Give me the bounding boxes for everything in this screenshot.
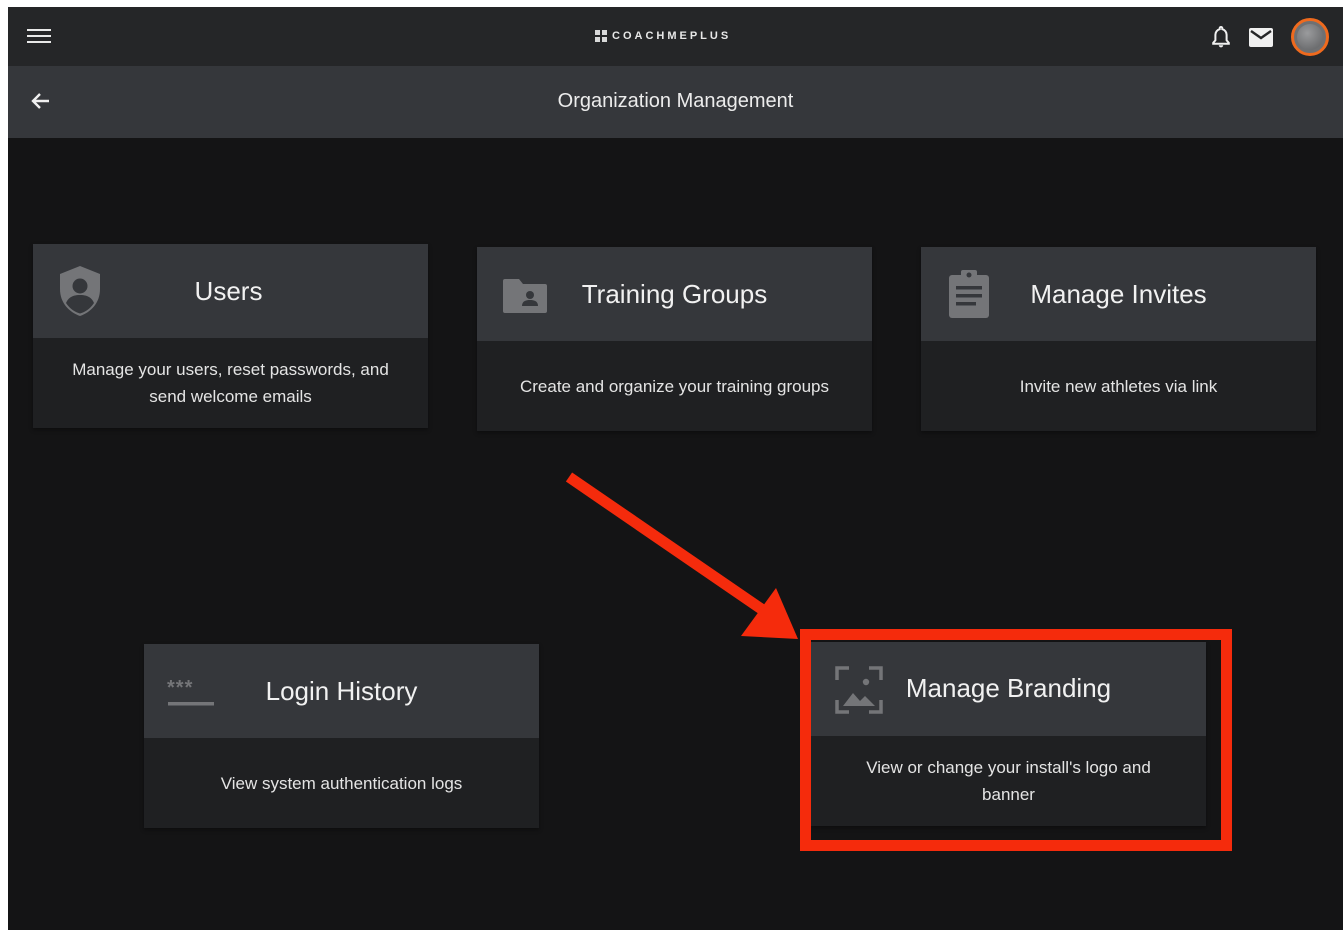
- card-header: Training Groups: [477, 247, 872, 341]
- card-header: Manage Branding: [811, 642, 1206, 736]
- user-avatar[interactable]: [1291, 18, 1329, 56]
- card-description: Invite new athletes via link: [1019, 376, 1218, 396]
- card-description: Create and organize your training groups: [519, 376, 830, 396]
- card-title: Training Groups: [581, 279, 768, 309]
- card-header: *** Login History: [144, 644, 539, 738]
- users-card[interactable]: Users Manage your users, reset passwords…: [33, 244, 428, 428]
- brand-mark-icon: [595, 30, 607, 42]
- brand-name: COACHMEPLUS: [612, 30, 732, 42]
- card-title: Users: [194, 276, 263, 306]
- card-header: Users: [33, 244, 428, 338]
- card-header: Manage Invites: [921, 247, 1316, 341]
- card-description: View or change your install's logo and b…: [866, 758, 1151, 804]
- manage-invites-card[interactable]: Manage Invites Invite new athletes via l…: [921, 247, 1316, 431]
- card-description: View system authentication logs: [220, 773, 463, 793]
- page-header: Organization Management: [8, 66, 1343, 138]
- brand-logo: COACHMEPLUS: [595, 27, 731, 45]
- card-title: Manage Invites: [1030, 279, 1207, 309]
- login-history-card[interactable]: *** Login History View system authentica…: [144, 644, 539, 828]
- mail-icon[interactable]: [1249, 27, 1273, 47]
- menu-icon[interactable]: [27, 27, 51, 47]
- notifications-bell-icon[interactable]: [1211, 25, 1231, 49]
- card-description: Manage your users, reset passwords, and …: [72, 360, 389, 406]
- training-groups-card[interactable]: Training Groups Create and organize your…: [477, 247, 872, 431]
- card-title: Manage Branding: [905, 673, 1112, 703]
- app-window: COACHMEPLUS Organization Management User…: [8, 7, 1343, 930]
- card-title: Login History: [265, 676, 418, 706]
- top-app-bar: COACHMEPLUS: [8, 7, 1343, 66]
- page-title: Organization Management: [557, 90, 794, 112]
- manage-branding-card[interactable]: Manage Branding View or change your inst…: [811, 642, 1206, 826]
